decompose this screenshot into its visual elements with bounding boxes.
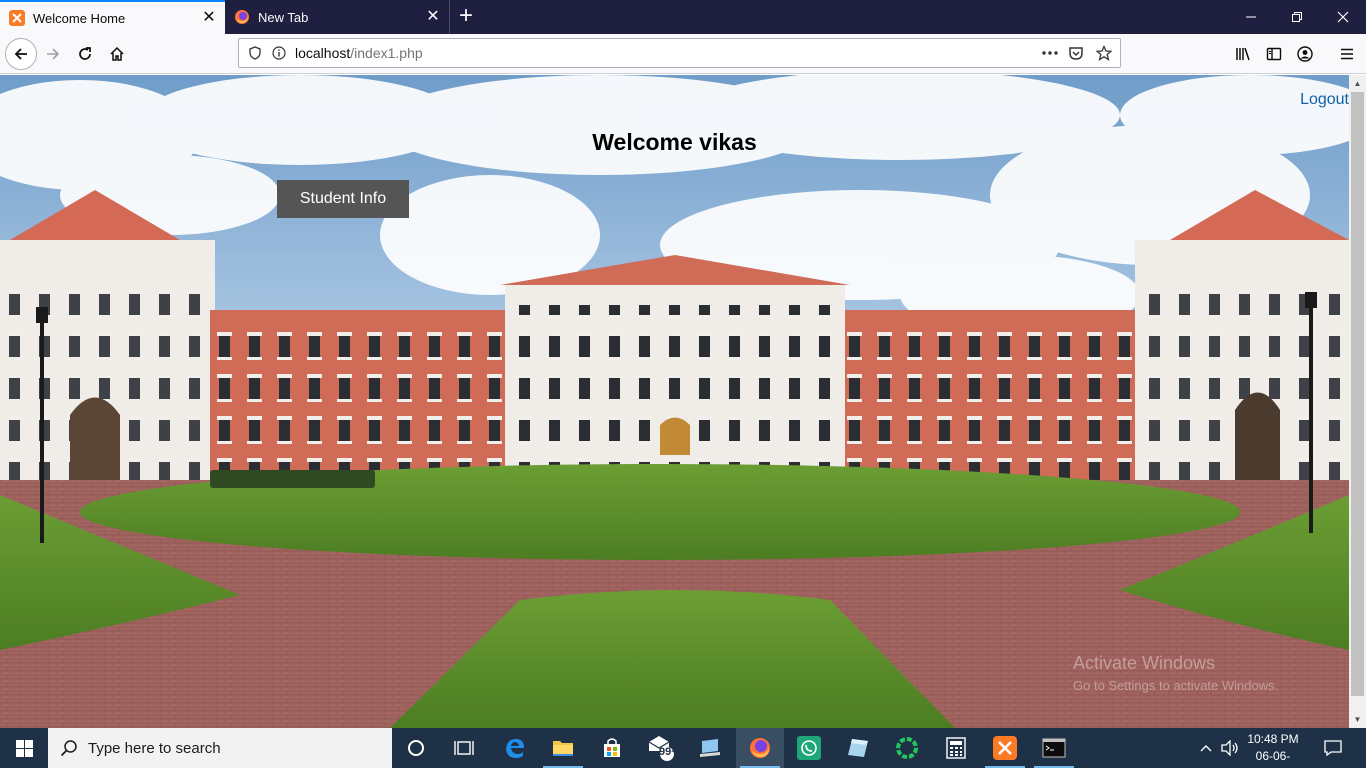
web-page: Welcome vikas Logout Student Info Activa… xyxy=(0,75,1349,728)
firefox-icon xyxy=(750,738,770,758)
url-host: localhost xyxy=(295,45,351,61)
task-view-button[interactable] xyxy=(440,728,488,768)
windows-taskbar: Type here to search 99+ 10:48 PM 06-06-2… xyxy=(0,728,1366,780)
network-folder-icon xyxy=(700,739,720,757)
page-actions-icon[interactable] xyxy=(1040,43,1060,63)
firefox-taskbar-button[interactable] xyxy=(736,728,784,768)
browser-tab-strip: Welcome Home ✕ New Tab ✕ + xyxy=(0,0,1366,34)
account-button[interactable] xyxy=(1290,39,1320,69)
background-image xyxy=(0,75,1349,728)
close-icon[interactable]: ✕ xyxy=(425,9,441,25)
restore-icon xyxy=(1292,12,1302,22)
vertical-scrollbar[interactable]: ▲ ▼ xyxy=(1349,75,1366,728)
watermark-subtitle: Go to Settings to activate Windows. xyxy=(1073,678,1279,693)
whatsapp-icon xyxy=(797,736,821,760)
back-button[interactable] xyxy=(5,38,37,70)
notification-badge: 99+ xyxy=(659,746,678,758)
library-icon xyxy=(1236,47,1250,61)
reload-icon xyxy=(79,47,91,60)
close-window-button[interactable] xyxy=(1320,0,1366,34)
task-view-icon xyxy=(454,741,474,755)
calculator-button[interactable] xyxy=(932,728,980,768)
activate-windows-watermark: Activate Windows Go to Settings to activ… xyxy=(1073,653,1278,693)
hamburger-menu-icon xyxy=(1341,48,1353,60)
file-explorer-icon xyxy=(553,741,573,756)
home-button[interactable] xyxy=(102,39,132,69)
edge-button[interactable] xyxy=(491,728,539,768)
xampp-icon xyxy=(993,736,1017,760)
whatsapp-button[interactable] xyxy=(785,728,833,768)
scroll-down-icon[interactable]: ▼ xyxy=(1349,711,1366,728)
tab-new-tab[interactable]: New Tab ✕ xyxy=(225,0,450,34)
scrollbar-thumb[interactable] xyxy=(1351,92,1364,696)
navigation-toolbar: localhost/index1.php xyxy=(0,34,1366,74)
notifications-button[interactable] xyxy=(1316,728,1350,768)
welcome-heading: Welcome vikas xyxy=(592,129,757,155)
firefox-icon xyxy=(235,10,249,24)
start-button[interactable] xyxy=(0,728,48,768)
taskbar-search-box[interactable]: Type here to search xyxy=(48,728,392,768)
sidebar-icon xyxy=(1266,47,1282,61)
url-path: /index1.php xyxy=(350,45,423,61)
student-info-button[interactable]: Student Info xyxy=(277,180,409,218)
volume-button[interactable] xyxy=(1218,728,1242,768)
search-icon xyxy=(60,740,77,757)
clock-date: 06-06-2020 xyxy=(1255,749,1291,780)
cortana-button[interactable] xyxy=(392,728,440,768)
sidebar-button[interactable] xyxy=(1259,39,1289,69)
minimize-icon xyxy=(1246,16,1256,18)
logout-link[interactable]: Logout xyxy=(1300,91,1349,109)
search-placeholder: Type here to search xyxy=(88,739,221,757)
show-hidden-icons-button[interactable] xyxy=(1196,728,1216,768)
chevron-up-icon xyxy=(1200,745,1212,752)
network-folder-button[interactable] xyxy=(686,728,734,768)
menu-button[interactable] xyxy=(1332,39,1362,69)
notes-icon xyxy=(848,739,868,757)
notes-button[interactable] xyxy=(834,728,882,768)
xampp-taskbar-button[interactable] xyxy=(981,728,1029,768)
circle-app-icon xyxy=(896,737,918,759)
notification-icon xyxy=(1324,740,1342,756)
cortana-icon xyxy=(408,740,424,756)
mail-button[interactable]: 99+ xyxy=(637,728,685,768)
forward-button[interactable] xyxy=(38,39,68,69)
store-button[interactable] xyxy=(588,728,636,768)
store-icon xyxy=(604,738,620,757)
edge-icon xyxy=(506,739,524,758)
home-icon xyxy=(110,46,124,61)
scroll-up-icon[interactable]: ▲ xyxy=(1349,75,1366,92)
calculator-icon xyxy=(946,737,966,759)
tab-welcome-home[interactable]: Welcome Home ✕ xyxy=(0,0,225,34)
restore-button[interactable] xyxy=(1274,0,1320,34)
tab-title: New Tab xyxy=(258,9,309,25)
shield-icon[interactable] xyxy=(245,43,265,63)
watermark-title: Activate Windows xyxy=(1073,653,1216,673)
arrow-left-icon xyxy=(14,48,27,60)
account-icon xyxy=(1297,46,1313,62)
arrow-right-icon xyxy=(47,48,60,60)
windows-logo-icon xyxy=(15,739,33,757)
info-icon[interactable] xyxy=(269,43,289,63)
minimize-button[interactable] xyxy=(1228,0,1274,34)
speaker-icon xyxy=(1221,740,1238,756)
clock-time: 10:48 PM xyxy=(1247,732,1299,746)
library-button[interactable] xyxy=(1228,39,1258,69)
close-icon xyxy=(1337,11,1349,23)
xampp-icon xyxy=(9,10,25,26)
new-tab-button[interactable]: + xyxy=(452,3,480,31)
tab-title: Welcome Home xyxy=(33,10,126,26)
file-explorer-button[interactable] xyxy=(539,728,587,768)
close-icon[interactable]: ✕ xyxy=(201,10,217,26)
reload-button[interactable] xyxy=(70,39,100,69)
circle-app-button[interactable] xyxy=(883,728,931,768)
system-clock[interactable]: 10:48 PM 06-06-2020 xyxy=(1243,731,1303,782)
pocket-icon[interactable] xyxy=(1066,43,1086,63)
address-bar[interactable]: localhost/index1.php xyxy=(238,38,1121,68)
terminal-icon xyxy=(1042,738,1066,758)
url-text: localhost/index1.php xyxy=(295,45,423,61)
terminal-button[interactable] xyxy=(1030,728,1078,768)
bookmark-star-icon[interactable] xyxy=(1094,43,1114,63)
